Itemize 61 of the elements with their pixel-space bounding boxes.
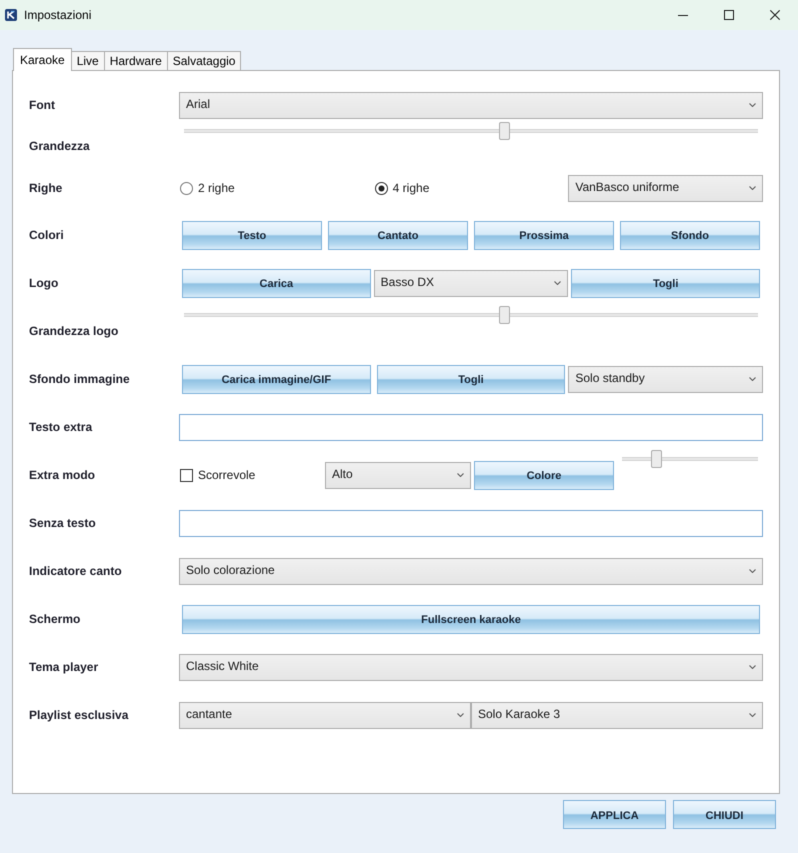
tab[interactable]: Live (70, 51, 105, 70)
close-icon (770, 10, 780, 20)
setting-label: Colori (29, 228, 65, 242)
button[interactable]: Carica immagine/GIF (182, 364, 371, 394)
minimize-icon (678, 14, 688, 16)
chevron-down-icon (554, 281, 562, 285)
radio-option[interactable]: 2 righe (180, 181, 235, 195)
button[interactable]: Togli (376, 364, 566, 394)
button[interactable]: Prossima (474, 220, 614, 250)
dropdown[interactable]: cantante (179, 702, 471, 728)
button[interactable]: Testo (182, 220, 322, 250)
dropdown[interactable]: VanBasco uniforme (568, 174, 764, 202)
setting-label: Schermo (29, 612, 82, 626)
button[interactable]: Cantato (328, 220, 468, 250)
app-icon (5, 9, 17, 21)
chevron-down-icon (749, 377, 756, 381)
dropdown[interactable]: Alto (325, 462, 471, 488)
setting-label: Playlist esclusiva (29, 708, 130, 722)
chevron-down-icon (749, 569, 756, 573)
dropdown[interactable]: Solo standby (568, 366, 764, 392)
text-input[interactable] (179, 510, 763, 536)
slider-thumb[interactable] (499, 306, 510, 324)
tab[interactable]: Hardware (104, 51, 168, 70)
chevron-down-icon (457, 713, 464, 717)
setting-label: Sfondo immagine (29, 372, 131, 386)
button[interactable]: Fullscreen karaoke (182, 604, 760, 634)
dropdown[interactable]: Classic White (179, 654, 763, 680)
chevron-down-icon (749, 713, 756, 717)
button[interactable]: Colore (474, 460, 614, 490)
tab[interactable]: Salvataggio (166, 51, 242, 70)
dialog-button[interactable]: APPLICA (563, 800, 666, 829)
setting-label: Font (29, 98, 56, 112)
radio-option[interactable]: 4 righe (374, 181, 430, 195)
button[interactable]: Togli (571, 268, 760, 298)
text-input[interactable] (179, 414, 763, 440)
setting-label: Logo (29, 276, 60, 290)
button[interactable]: Carica (182, 268, 371, 298)
dropdown[interactable]: Solo colorazione (179, 558, 763, 584)
chevron-down-icon (749, 103, 756, 107)
setting-label: Grandezza (29, 139, 91, 153)
dropdown[interactable]: Basso DX (374, 270, 568, 296)
chevron-down-icon (749, 665, 756, 669)
setting-label: Senza testo (29, 516, 97, 530)
slider-thumb[interactable] (499, 122, 510, 140)
window-title: Impostazioni (24, 8, 92, 22)
button[interactable]: Sfondo (620, 220, 760, 250)
dialog-button[interactable]: CHIUDI (673, 800, 776, 829)
chevron-down-icon (749, 186, 756, 190)
setting-label: Indicatore canto (29, 564, 123, 578)
dropdown[interactable]: Arial (179, 92, 763, 118)
slider-thumb[interactable] (650, 450, 662, 468)
setting-label: Grandezza logo (29, 324, 120, 338)
maximize-icon (724, 10, 734, 20)
dropdown[interactable]: Solo Karaoke 3 (471, 702, 763, 728)
setting-label: Testo extra (29, 420, 94, 434)
setting-label: Tema player (29, 660, 100, 674)
checkbox-option[interactable]: Scorrevole (180, 468, 256, 482)
chevron-down-icon (457, 473, 464, 477)
setting-label: Righe (29, 181, 64, 195)
tab[interactable]: Karaoke (13, 48, 72, 71)
setting-label: Extra modo (29, 468, 96, 482)
